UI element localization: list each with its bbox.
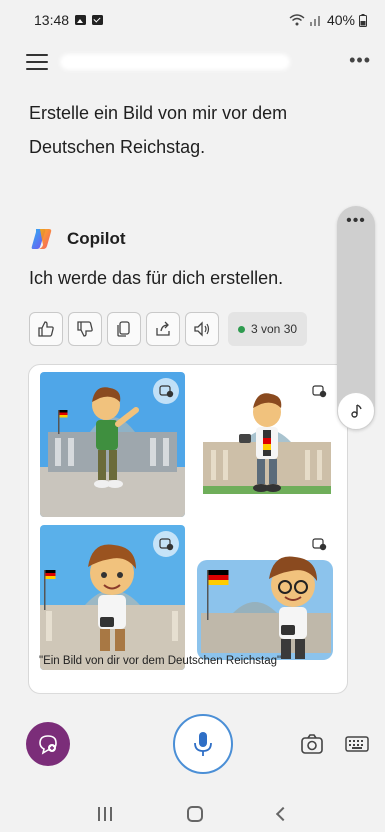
generated-image-4[interactable] <box>193 525 338 670</box>
response-counter: 3 von 30 <box>228 312 308 346</box>
system-navigation-bar <box>0 796 385 832</box>
top-bar: ••• <box>0 44 385 80</box>
new-chat-button[interactable] <box>26 722 70 766</box>
status-bar: 13:48 40% <box>0 0 385 40</box>
copy-icon <box>117 321 130 337</box>
counter-status-dot <box>238 325 245 333</box>
gallery-notification-icon <box>75 15 87 25</box>
redacted-title <box>60 54 290 70</box>
image-edit-icon <box>312 538 327 551</box>
read-aloud-button[interactable] <box>185 312 219 346</box>
thumbs-up-icon <box>38 321 54 337</box>
share-button[interactable] <box>146 312 180 346</box>
image-edit-badge[interactable] <box>153 378 179 404</box>
wifi-icon <box>289 14 305 26</box>
back-button[interactable] <box>275 806 290 822</box>
signal-icon <box>309 16 320 26</box>
thumbs-down-icon <box>77 321 93 337</box>
image-edit-badge[interactable] <box>153 531 179 557</box>
user-message: Erstelle ein Bild von mir vor dem Deutsc… <box>29 103 288 157</box>
copilot-logo-icon <box>29 226 55 252</box>
assistant-name: Copilot <box>67 229 126 248</box>
copy-button[interactable] <box>107 312 141 346</box>
status-time: 13:48 <box>34 12 70 28</box>
battery-icon <box>359 13 367 27</box>
image-edit-badge[interactable] <box>306 378 332 404</box>
generated-image-3[interactable] <box>40 525 185 670</box>
microphone-button[interactable] <box>173 714 233 774</box>
generated-image-2[interactable] <box>193 372 338 517</box>
composer-bar <box>0 712 385 774</box>
status-left: 13:48 <box>34 12 104 28</box>
camera-icon[interactable] <box>300 732 324 756</box>
music-note-icon[interactable] <box>337 392 375 430</box>
microphone-icon <box>194 732 212 756</box>
image-edit-badge[interactable] <box>306 531 332 557</box>
more-options-icon[interactable]: ••• <box>337 212 375 230</box>
image-edit-icon <box>312 385 327 398</box>
image-caption: "Ein Bild von dir vor dem Deutschen Reic… <box>39 655 282 667</box>
new-chat-icon <box>39 735 57 755</box>
generated-image-1[interactable] <box>40 372 185 517</box>
share-icon <box>156 321 170 336</box>
recents-button[interactable] <box>97 807 112 821</box>
speaker-icon <box>194 321 210 337</box>
assistant-header: Copilot <box>29 226 126 252</box>
image-gallery: "Ein Bild von dir vor dem Deutschen Reic… <box>28 364 348 694</box>
keyboard-icon[interactable] <box>345 734 369 754</box>
image-edit-icon <box>159 385 174 398</box>
image-edit-icon <box>159 538 174 551</box>
counter-text: 3 von 30 <box>251 322 298 336</box>
thumbs-up-button[interactable] <box>29 312 63 346</box>
more-options-icon[interactable]: ••• <box>349 50 371 71</box>
home-button[interactable] <box>186 806 203 822</box>
message-actions: 3 von 30 <box>29 312 308 346</box>
hamburger-icon[interactable] <box>26 54 48 70</box>
status-right: 40% <box>289 12 367 28</box>
assistant-reply: Ich werde das für dich erstellen. <box>29 268 284 288</box>
check-notification-icon <box>92 15 104 25</box>
thumbs-down-button[interactable] <box>68 312 102 346</box>
battery-percent: 40% <box>326 12 355 28</box>
scroll-panel[interactable]: ••• <box>337 206 375 430</box>
